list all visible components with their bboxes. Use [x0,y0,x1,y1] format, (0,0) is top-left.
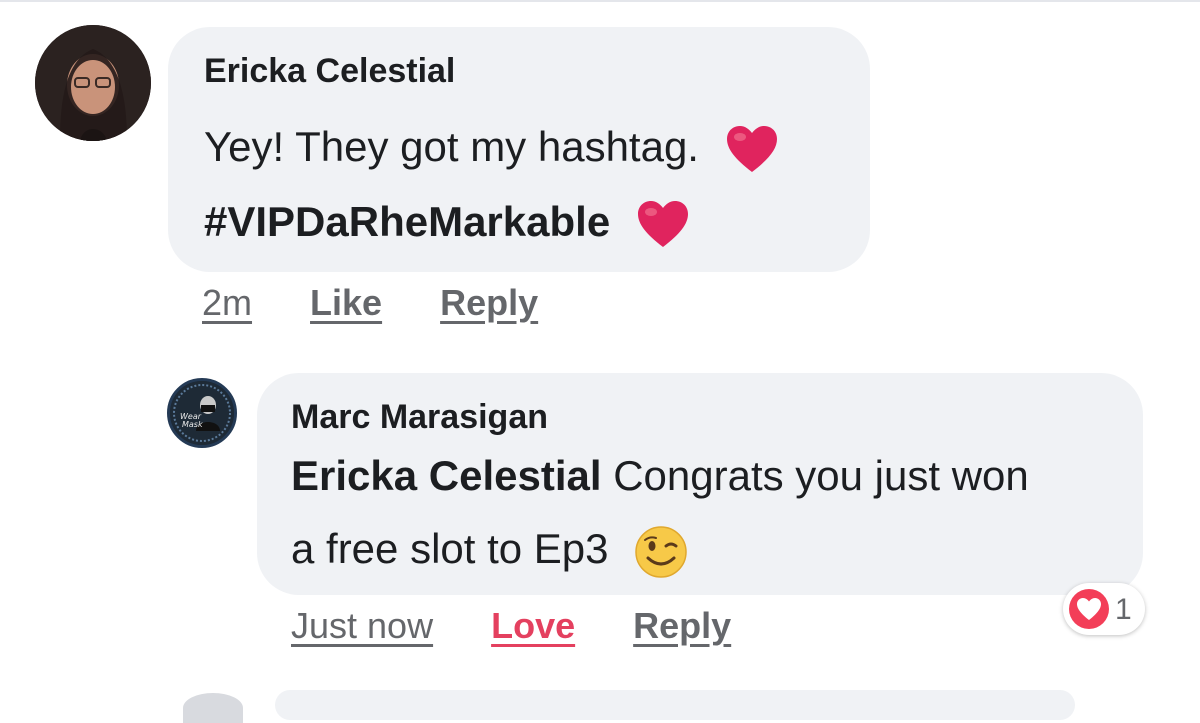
comment-text: Yey! They got my hashtag. [204,123,699,171]
reaction-count: 1 [1115,593,1132,626]
reply-text-line: Ericka Celestial Congrats you just won [291,455,1029,497]
comment-bubble: Ericka Celestial Yey! They got my hashta… [168,27,870,272]
love-reaction-icon [1069,589,1109,629]
comment-author[interactable]: Ericka Celestial [204,52,455,91]
avatar-ericka[interactable] [35,25,151,141]
comment-timestamp[interactable]: 2m [202,282,252,323]
red-heart-icon [726,126,777,172]
reply-text-line: a free slot to Ep3 [291,525,688,579]
next-comment-avatar [183,693,243,723]
wear-a-mask-avatar-icon: Wear Mask [170,381,234,445]
reply-button[interactable]: Reply [633,605,731,646]
reply-actions: Just now Love Reply [291,605,731,647]
comment-actions: 2m Like Reply [202,282,538,324]
avatar-marc[interactable]: Wear Mask [167,378,237,448]
like-button[interactable]: Like [310,282,382,323]
reply-button[interactable]: Reply [440,282,538,323]
svg-text:Mask: Mask [182,420,203,429]
avatar-photo-icon [35,25,151,141]
mention-link[interactable]: Ericka Celestial [291,452,602,499]
top-divider [0,0,1200,2]
reply-bubble: Marc Marasigan Ericka Celestial Congrats… [257,373,1143,595]
comment-text-line: Yey! They got my hashtag. [204,125,779,175]
hashtag-line: #VIPDaRheMarkable [204,200,690,250]
reply-timestamp[interactable]: Just now [291,605,433,646]
reply-author[interactable]: Marc Marasigan [291,398,548,437]
love-button[interactable]: Love [491,605,575,646]
reply-text: a free slot to Ep3 [291,525,609,573]
next-comment-bubble [275,690,1075,720]
reply-text: Congrats you just won [601,452,1029,499]
reaction-badge[interactable]: 1 [1063,583,1145,635]
hashtag[interactable]: #VIPDaRheMarkable [204,198,610,245]
red-heart-icon [637,201,688,247]
winking-face-icon [635,526,687,578]
